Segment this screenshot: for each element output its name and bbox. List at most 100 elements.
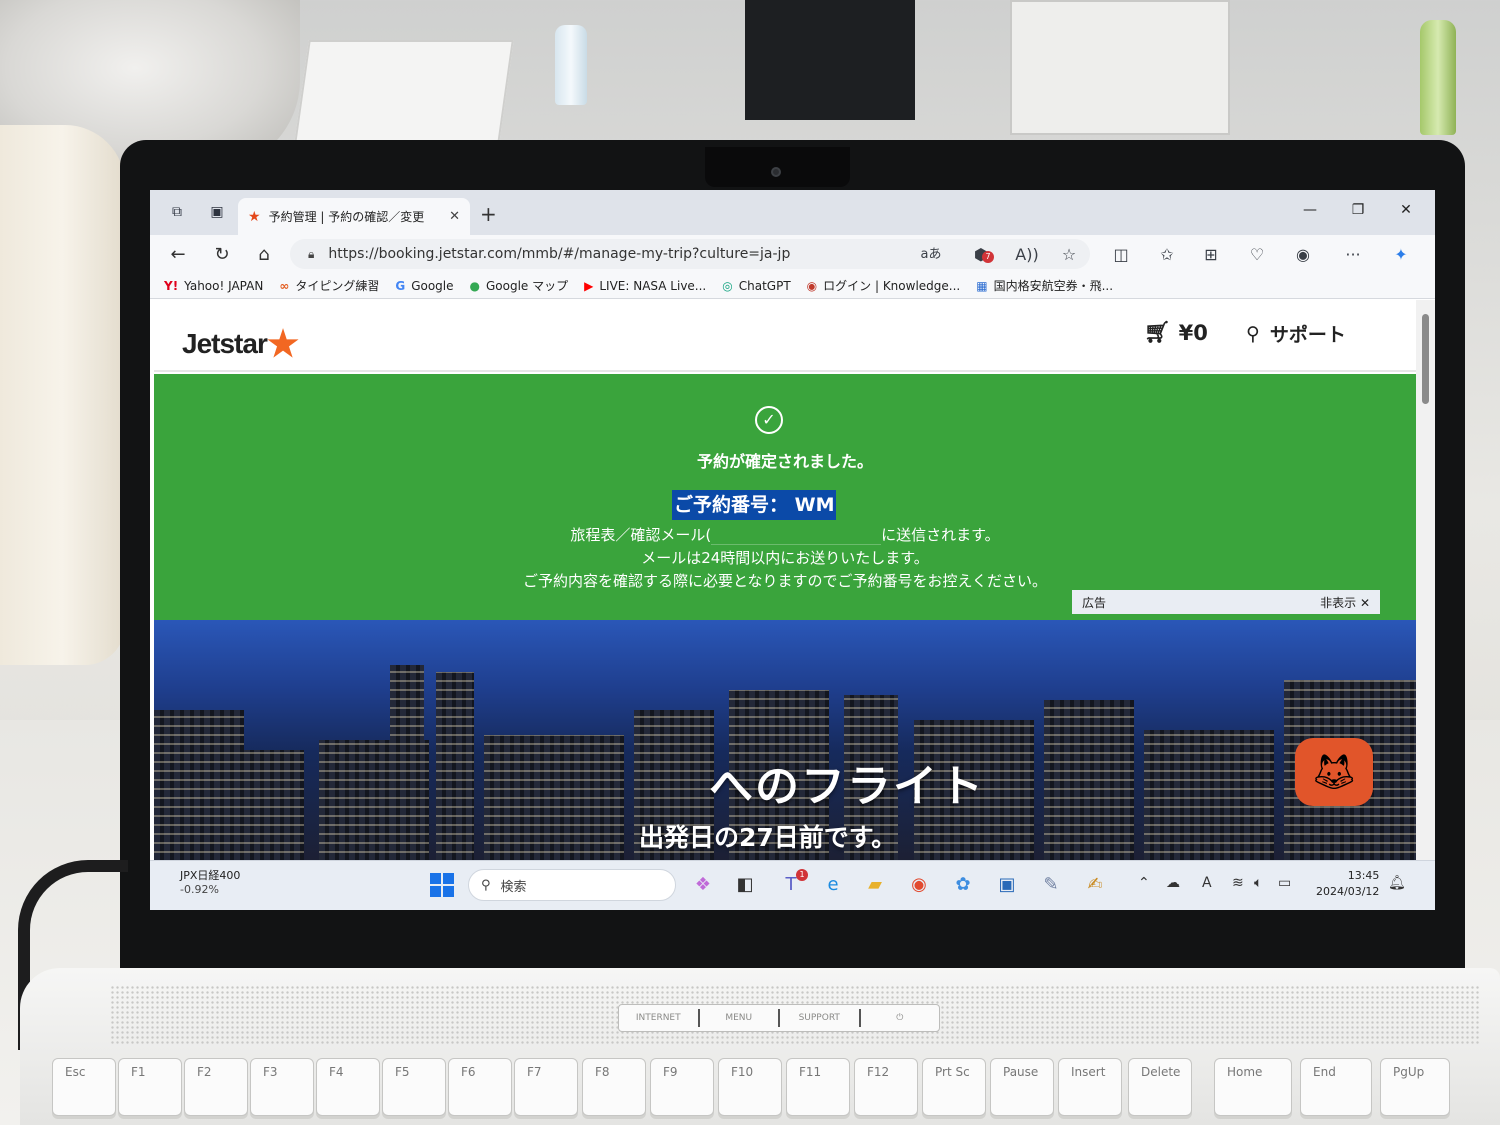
booking-reference[interactable]: ご予約番号： WM	[672, 490, 837, 520]
page-scrollbar[interactable]	[1416, 300, 1435, 860]
split-screen-icon[interactable]: ◫	[1108, 243, 1134, 267]
battery-icon[interactable]: ▭	[1278, 875, 1291, 891]
key-f7[interactable]: F7	[514, 1058, 578, 1116]
knowledge-icon: ◉	[806, 278, 818, 293]
notification-bell-icon[interactable]: 🔔︎	[1388, 875, 1406, 891]
read-aloud-icon[interactable]: A))	[1014, 243, 1040, 267]
back-arrow-icon[interactable]: ←	[166, 243, 190, 267]
chrome-icon[interactable]: ◉	[906, 873, 932, 897]
key-f8[interactable]: F8	[582, 1058, 646, 1116]
key-f3[interactable]: F3	[250, 1058, 314, 1116]
scroll-thumb[interactable]	[1422, 314, 1429, 404]
chat-assistant-button[interactable]: 🦊︎	[1295, 738, 1373, 806]
tab-close-icon[interactable]: ✕	[449, 209, 460, 224]
menu-key[interactable]: MENU	[700, 1009, 780, 1027]
cart-button[interactable]: 🛒︎ ¥0	[1144, 320, 1208, 345]
key-end[interactable]: End	[1300, 1058, 1372, 1116]
ime-indicator-icon[interactable]: A	[1202, 875, 1212, 891]
key-f9[interactable]: F9	[650, 1058, 714, 1116]
restore-button[interactable]: ❐	[1336, 198, 1380, 222]
hide-ad-button[interactable]: 非表示 ✕	[1320, 594, 1370, 611]
taskbar-clock[interactable]: 13:45 2024/03/12	[1316, 868, 1379, 900]
jetstar-favicon-icon: ★	[248, 208, 261, 225]
fav-typing[interactable]: ∞ タイピング練習	[279, 277, 379, 294]
extension-badge: 7	[982, 251, 994, 263]
more-menu-icon[interactable]: ···	[1340, 243, 1366, 267]
key-insert[interactable]: Insert	[1058, 1058, 1122, 1116]
key-delete[interactable]: Delete	[1128, 1058, 1192, 1116]
key-home[interactable]: Home	[1214, 1058, 1292, 1116]
key-f5[interactable]: F5	[382, 1058, 446, 1116]
yahoo-icon: Y!	[164, 278, 179, 293]
read-aloud-mode-icon[interactable]: aあ	[918, 243, 944, 267]
power-key[interactable]: ⏻	[861, 1009, 940, 1027]
confirmation-banner: ✓ 予約が確定されました。 ご予約番号： WM 旅程表／確認メール( に送信され…	[154, 374, 1416, 620]
site-header: Jetstar★ 🛒︎ ¥0 ⚲ サポート	[154, 300, 1416, 372]
copilot-app-icon[interactable]: ❖	[690, 873, 716, 897]
fav-label: Google	[411, 278, 454, 293]
red-panda-icon: 🦊︎	[1311, 752, 1357, 793]
widget-change: -0.92%	[180, 883, 219, 896]
skyline-building	[1144, 730, 1274, 860]
key-prtsc[interactable]: Prt Sc	[922, 1058, 986, 1116]
skyline-building	[154, 710, 244, 860]
workspaces-icon[interactable]: ⧉	[168, 204, 186, 220]
browser-essentials-icon[interactable]: ♡	[1244, 243, 1270, 267]
favorites-icon[interactable]: ✩	[1154, 243, 1180, 267]
support-key[interactable]: SUPPORT	[780, 1009, 861, 1027]
new-tab-button[interactable]: +	[480, 202, 497, 226]
copilot-icon[interactable]: ✦	[1388, 243, 1414, 267]
snipping-tool-icon[interactable]: ▣	[994, 873, 1020, 897]
webcam-lens	[771, 167, 781, 177]
support-link[interactable]: ⚲ サポート	[1246, 320, 1346, 347]
key-esc[interactable]: Esc	[52, 1058, 116, 1116]
taskbar-search[interactable]: ⚲ 検索	[468, 869, 676, 901]
fav-knowledge-login[interactable]: ◉ ログイン | Knowledge...	[807, 277, 961, 294]
show-hidden-icons-icon[interactable]: ⌃	[1138, 875, 1150, 891]
notepad-icon[interactable]: ✍	[1082, 873, 1108, 897]
home-icon[interactable]: ⌂	[252, 243, 276, 267]
key-f1[interactable]: F1	[118, 1058, 182, 1116]
key-pgup[interactable]: PgUp	[1380, 1058, 1450, 1116]
background-monitor-right	[1010, 0, 1230, 135]
key-f4[interactable]: F4	[316, 1058, 380, 1116]
internet-key[interactable]: INTERNET	[619, 1009, 700, 1027]
fav-google-maps[interactable]: ● Google マップ	[470, 277, 569, 294]
key-f12[interactable]: F12	[854, 1058, 918, 1116]
fav-domestic-flights[interactable]: ▦ 国内格安航空券・飛...	[976, 277, 1113, 294]
chatgpt-icon: ◎	[722, 278, 733, 293]
email-suffix: に送信されます。	[881, 526, 1000, 544]
paint-icon[interactable]: ✿	[950, 873, 976, 897]
active-tab[interactable]: ★ 予約管理 | 予約の確認／変更 ✕	[238, 198, 470, 235]
fav-google[interactable]: G Google	[395, 279, 453, 293]
minimize-button[interactable]: —	[1288, 198, 1332, 222]
key-pause[interactable]: Pause	[990, 1058, 1054, 1116]
close-window-button[interactable]: ✕	[1384, 198, 1428, 222]
file-explorer-icon[interactable]: ▰	[862, 873, 888, 897]
key-f6[interactable]: F6	[448, 1058, 512, 1116]
key-f2[interactable]: F2	[184, 1058, 248, 1116]
typing-icon: ∞	[279, 278, 290, 293]
task-view-icon[interactable]: ◧	[732, 873, 758, 897]
clock-time: 13:45	[1347, 869, 1380, 882]
hero-subtitle: 出発日の27日前です。	[639, 823, 897, 852]
windows-start-icon[interactable]	[430, 873, 454, 897]
jetstar-logo[interactable]: Jetstar★	[182, 320, 299, 364]
fav-chatgpt[interactable]: ◎ ChatGPT	[722, 279, 790, 293]
lock-icon[interactable]: 🔒︎	[308, 247, 314, 262]
wifi-icon[interactable]: ≋	[1232, 875, 1244, 891]
onedrive-icon[interactable]: ☁	[1166, 875, 1180, 891]
refresh-icon[interactable]: ↻	[210, 243, 234, 267]
paint-brush-icon[interactable]: ✎	[1038, 873, 1064, 897]
favorite-star-icon[interactable]: ☆	[1056, 243, 1082, 267]
key-f11[interactable]: F11	[786, 1058, 850, 1116]
fav-nasa-live[interactable]: ▶ LIVE: NASA Live...	[584, 279, 706, 293]
market-widget[interactable]: JPX日経400 -0.92%	[180, 869, 240, 897]
collections-icon[interactable]: ⊞	[1198, 243, 1224, 267]
profile-avatar-icon[interactable]: ◉	[1290, 243, 1316, 267]
speaker-icon[interactable]: 🔈︎	[1254, 875, 1262, 891]
key-f10[interactable]: F10	[718, 1058, 782, 1116]
edge-icon[interactable]: e	[820, 873, 846, 897]
fav-yahoo[interactable]: Y! Yahoo! JAPAN	[164, 279, 263, 293]
tab-actions-icon[interactable]: ▣	[208, 204, 226, 220]
